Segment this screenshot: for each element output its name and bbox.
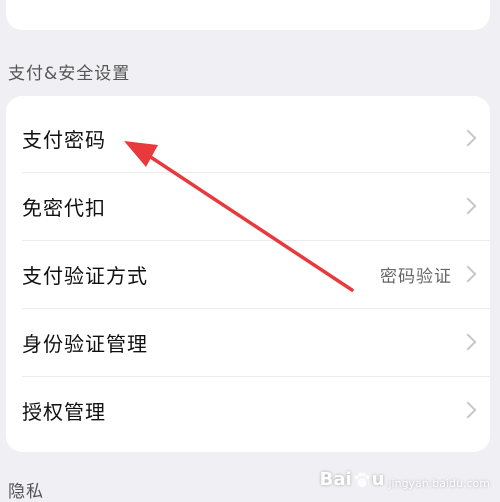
chevron-right-icon [459,129,477,147]
watermark: Bai u jingyan.baidu.com [320,469,490,490]
pay-security-settings-card: 支付密码 免密代扣 支付验证方式 密码验证 身份验证管理 授权管理 [6,96,490,452]
row-label: 免密代扣 [22,195,106,220]
chevron-right-icon [459,333,477,351]
settings-row-payment-verification[interactable]: 支付验证方式 密码验证 [6,240,490,308]
section-title-pay-security: 支付&安全设置 [8,64,131,84]
row-label: 授权管理 [22,399,106,424]
settings-row-authorization[interactable]: 授权管理 [6,376,490,444]
paw-icon [354,472,370,487]
chevron-right-icon [459,197,477,215]
watermark-brand-right: u [371,469,385,490]
settings-row-payment-password[interactable]: 支付密码 [6,104,490,172]
row-label: 支付密码 [22,127,106,152]
watermark-brand-left: Bai [319,469,352,490]
row-value-verification-method: 密码验证 [380,266,452,287]
row-label: 身份验证管理 [22,331,148,356]
watermark-sub: jingyan.baidu.com [388,477,490,490]
top-card [6,0,490,30]
section-title-privacy: 隐私 [8,482,44,502]
row-label: 支付验证方式 [22,263,148,288]
chevron-right-icon [459,265,477,283]
settings-row-identity-verification[interactable]: 身份验证管理 [6,308,490,376]
chevron-right-icon [459,401,477,419]
settings-row-auto-debit[interactable]: 免密代扣 [6,172,490,240]
